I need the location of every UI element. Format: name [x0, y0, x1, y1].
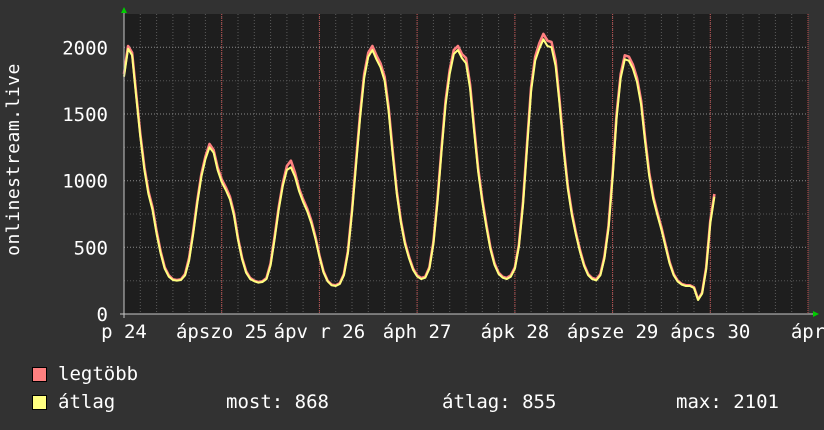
x-tick-label-part: 30: [716, 321, 750, 343]
x-tick-label-part: ápszo 25: [176, 321, 268, 343]
y-tick-labels: 0500100015002000: [62, 37, 108, 326]
x-tick-label: ápsze 29: [567, 321, 659, 343]
y-tick-label: 500: [74, 237, 108, 259]
stat-average: átlag: 855: [442, 391, 557, 413]
y-tick-label: 1500: [62, 104, 108, 126]
x-tick-label-part: ápk: [481, 321, 516, 343]
x-tick-labels: p 24 ápszo 25 ápv r 26 áph 27 ápk 28 ápsze 29…: [101, 321, 824, 343]
legend-swatch-max: [32, 367, 47, 382]
x-tick-label: ápcs 30: [670, 321, 750, 343]
x-tick-label-part: áph: [383, 321, 417, 343]
x-tick-label: p 24: [101, 321, 147, 343]
x-axis-arrow-icon: [813, 311, 819, 317]
legend-label-max: legtöbb: [58, 363, 139, 385]
legend-label-avg: átlag: [58, 391, 116, 413]
x-tick-label-part: 27: [417, 321, 451, 343]
y-axis-arrow-icon: [121, 7, 127, 13]
x-tick-label-part: ápcs: [670, 321, 716, 343]
y-axis-label: onlinestream.live: [2, 44, 24, 274]
x-tick-label: ápv r 26: [274, 321, 366, 343]
y-tick-label: 2000: [62, 37, 108, 59]
y-tick-label: 1000: [62, 171, 108, 193]
x-tick-label: ápszo 25: [176, 321, 268, 343]
stat-max: max: 2101: [676, 391, 779, 413]
x-tick-label: áph 27: [383, 321, 452, 343]
x-tick-label-part: ápv: [274, 321, 308, 343]
x-tick-label-part: 28: [515, 321, 549, 343]
x-tick-label: ápr: [791, 321, 824, 343]
x-tick-label: ápk 28: [481, 321, 550, 343]
stat-current: most: 868: [226, 391, 329, 413]
y-axis-label-text: onlinestream.live: [2, 62, 24, 256]
x-tick-label-part: ápr: [791, 321, 824, 343]
legend-swatch-avg: [32, 395, 47, 410]
x-tick-label-part: ápsze 29: [567, 321, 659, 343]
x-tick-label-part: p 24: [101, 321, 147, 343]
x-tick-label-part: r 26: [308, 321, 365, 343]
